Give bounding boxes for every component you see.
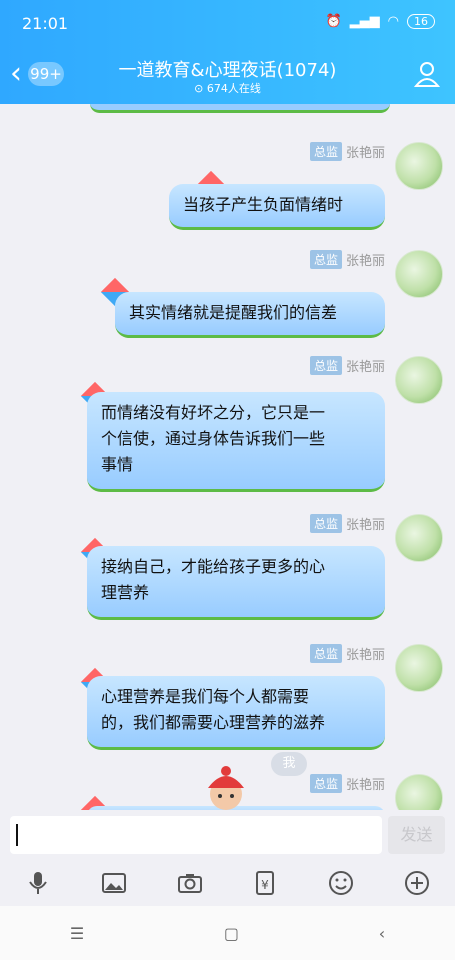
role-tag: 总监 (309, 774, 342, 793)
sender-meta: 总监 张艳丽 (309, 774, 385, 793)
sender-name: 张艳丽 (345, 518, 385, 533)
menu-icon[interactable]: ☰ (70, 924, 84, 943)
group-title[interactable]: 一道教育&心理夜话(1074) (0, 56, 455, 82)
role-tag: 总监 (309, 644, 342, 663)
sender-name: 张艳丽 (345, 648, 385, 663)
input-bar: 发送 (0, 810, 455, 860)
avatar[interactable] (395, 142, 443, 190)
avatar[interactable] (395, 774, 443, 810)
message-bubble[interactable]: 心理营养是我们每个人都需要 的，我们都需要心理营养的滋养 (87, 676, 385, 750)
sender-meta: 总监 张艳丽 (309, 644, 385, 663)
message-bubble[interactable]: 当孩子产生负面情绪时 (169, 184, 385, 230)
message-line: 接纳自己，才能给孩子更多的心 (101, 557, 326, 576)
sender-name: 张艳丽 (345, 146, 385, 161)
back-nav-icon[interactable]: ‹ (379, 924, 385, 943)
red-packet-icon[interactable]: ¥ (252, 870, 278, 896)
previous-bubble-edge (90, 104, 390, 113)
message-line: 而情绪没有好坏之分，它只是一 (101, 403, 326, 422)
camera-icon[interactable] (177, 870, 203, 896)
my-avatar-bubble[interactable]: 我 (271, 752, 307, 776)
system-nav-bar: ☰ ▢ ‹ (0, 906, 455, 960)
sender-name: 张艳丽 (345, 254, 385, 269)
message-item: 总监 张艳丽 接纳自己，才能给孩子更多的心 理营养 (3, 514, 443, 624)
role-tag: 总监 (309, 142, 342, 161)
home-icon[interactable]: ▢ (224, 924, 239, 943)
avatar[interactable] (395, 514, 443, 562)
role-tag: 总监 (309, 514, 342, 533)
image-icon[interactable] (101, 870, 127, 896)
message-line: 其实情绪就是提醒我们的信差 (129, 303, 338, 322)
message-item: 总监 张艳丽 心理营养是我们每个人都需要 的，我们都需要心理营养的滋养 (3, 644, 443, 754)
message-list[interactable]: 总监 张艳丽 当孩子产生负面情绪时 总监 张艳丽 其实情绪就是提醒我们的信差 总监张… (0, 104, 455, 810)
profile-icon[interactable] (413, 60, 441, 88)
message-bubble[interactable]: 而情绪没有好坏之分，它只是一 个信使，通过身体告诉我们一些 事情 (87, 392, 385, 492)
clock: 21:01 (22, 14, 69, 33)
avatar[interactable] (395, 356, 443, 404)
avatar[interactable] (395, 250, 443, 298)
signal-icon: ▂▄▆ (349, 14, 380, 29)
emoji-icon[interactable] (328, 870, 354, 896)
message-input[interactable] (10, 816, 382, 854)
send-button[interactable]: 发送 (388, 816, 445, 854)
doll-sticker-icon (208, 766, 244, 810)
message-bubble[interactable]: 接纳自己，才能给孩子更多的心 理营养 (87, 546, 385, 620)
message-line: 理营养 (101, 583, 150, 602)
message-line: 当孩子产生负面情绪时 (183, 195, 344, 214)
svg-text:¥: ¥ (262, 878, 270, 892)
chat-header: 21:01 ⏰ ▂▄▆ ◠ 16 ‹ 99+ 一道教育&心理夜话(1074) ⊙… (0, 0, 455, 104)
message-line: 事情 (101, 455, 134, 474)
avatar[interactable] (395, 644, 443, 692)
status-bar: 21:01 ⏰ ▂▄▆ ◠ 16 (22, 14, 435, 36)
message-item: 总监 张艳丽 而情绪没有好坏之分，它只是一 个信使，通过身体告诉我们一些 事情 (3, 356, 443, 496)
message-item: 总监 张艳丽 其实情绪就是提醒我们的信差 (3, 250, 443, 340)
message-item: 总监 张艳丽 当孩子产生负面情绪时 (3, 142, 443, 232)
toolbar: ¥ (0, 860, 455, 906)
online-text: 674人在线 (206, 82, 261, 95)
alarm-icon: ⏰ (325, 14, 342, 29)
sender-name: 张艳丽 (345, 360, 385, 375)
role-tag: 总监 (309, 356, 342, 375)
sender-meta: 总监 张艳丽 (309, 514, 385, 533)
wifi-icon: ◠ (387, 14, 399, 29)
message-line: 心理营养是我们每个人都需要 (101, 687, 310, 706)
role-tag: 总监 (309, 250, 342, 269)
online-count: ⊙ 674人在线 (194, 82, 261, 95)
sender-meta: 总监 张艳丽 (309, 250, 385, 269)
battery-icon: 16 (407, 14, 435, 29)
sender-meta: 总监 张艳丽 (309, 142, 385, 161)
message-line: 的，我们都需要心理营养的滋养 (101, 713, 326, 732)
plus-icon[interactable] (404, 870, 430, 896)
sender-name: 张艳丽 (345, 778, 385, 793)
status-icons: ⏰ ▂▄▆ ◠ 16 (325, 14, 435, 29)
sender-meta: 总监 张艳丽 (309, 356, 385, 375)
message-line: 个信使，通过身体告诉我们一些 (101, 429, 326, 448)
message-bubble[interactable]: 其实情绪就是提醒我们的信差 (115, 292, 385, 338)
text-cursor (16, 824, 18, 846)
microphone-icon[interactable] (25, 870, 51, 896)
